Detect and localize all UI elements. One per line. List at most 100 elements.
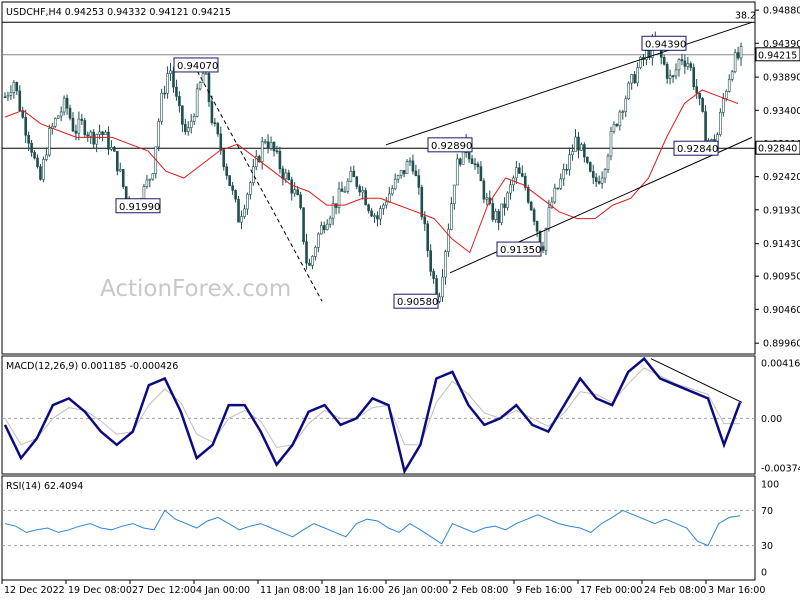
candle-body <box>588 162 592 172</box>
price-tick-label: 0.94880 <box>763 6 800 17</box>
candle-body <box>237 198 240 223</box>
candle-body <box>491 203 495 220</box>
candle-body <box>423 216 427 225</box>
annotation-label: 0.94070 <box>177 61 218 72</box>
candle-body <box>373 215 376 217</box>
candle-body <box>189 120 193 128</box>
candle-body <box>163 92 166 95</box>
time-tick-label: 2 Feb 08:00 <box>452 585 508 596</box>
watermark: ActionForex.com <box>100 276 291 302</box>
time-tick-label: 24 Feb 08:00 <box>644 585 706 596</box>
candle-body <box>497 211 500 223</box>
candle-body <box>568 154 571 171</box>
candle-body <box>89 131 93 137</box>
candle-body <box>210 101 214 124</box>
candle-body <box>586 156 589 163</box>
candle-body <box>302 207 305 243</box>
candle-body <box>562 169 565 180</box>
usdchf-chart: 0.948800.943900.938900.934000.929100.924… <box>1 1 800 596</box>
candle-body <box>228 175 231 187</box>
candle-body <box>509 184 512 194</box>
candle-body <box>606 155 610 170</box>
candle-body <box>107 131 110 150</box>
rsi-line <box>4 509 741 547</box>
candle-body <box>367 204 370 212</box>
rsi-tick-label: 0 <box>761 568 767 579</box>
candle-body <box>284 172 288 180</box>
time-tick-label: 26 Jan 00:00 <box>388 585 448 596</box>
candle-body <box>577 136 580 151</box>
candle-body <box>216 123 220 135</box>
macd-tick-label: 0.00416 <box>761 359 800 370</box>
candle-body <box>343 190 347 193</box>
candle-body <box>385 201 388 206</box>
time-tick-label: 18 Jan 16:00 <box>324 585 384 596</box>
candle-body <box>317 233 320 248</box>
candle-body <box>225 166 228 176</box>
candle-body <box>148 178 152 181</box>
candle-body <box>600 177 604 184</box>
candle-body <box>186 127 190 132</box>
candle-body <box>482 180 486 200</box>
candle-body <box>370 210 373 217</box>
candle-body <box>116 151 119 172</box>
candle-body <box>692 67 696 87</box>
candle-body <box>260 141 264 163</box>
candle-body <box>432 271 435 279</box>
candle-body <box>98 131 101 135</box>
candle-body <box>299 194 302 209</box>
ema-line <box>4 89 739 254</box>
candle-body <box>83 120 87 136</box>
candle-body <box>429 250 432 272</box>
candle-body <box>450 203 453 230</box>
annotation-label: 0.92890 <box>431 141 472 152</box>
candle-body <box>346 180 350 192</box>
candle-body <box>178 96 181 107</box>
price-tick-label: 0.92420 <box>763 172 800 183</box>
time-axis: 12 Dec 2022 19 Dec 08:00 27 Dec 12:00 4 Jan… <box>1 580 765 596</box>
candle-body <box>157 121 161 148</box>
candle-body <box>192 115 196 122</box>
annotation-label: 0.91350 <box>500 245 541 256</box>
candle-body <box>677 59 681 71</box>
candle-body <box>544 227 548 251</box>
candle-body <box>195 88 199 117</box>
candle-body <box>571 151 574 156</box>
macd-tick-label: 0.00 <box>761 414 782 425</box>
candle-body <box>15 81 19 92</box>
candle-body <box>322 225 326 231</box>
candle-body <box>591 171 595 178</box>
candle-body <box>275 150 279 153</box>
last-price-tag: 0.94215 <box>755 47 800 62</box>
candle-body <box>518 167 521 174</box>
candle-body <box>234 190 237 200</box>
macd-line <box>3 356 742 475</box>
candle-body <box>736 52 740 59</box>
time-tick-label: 9 Feb 16:00 <box>516 585 572 596</box>
time-tick-label: 11 Jan 08:00 <box>260 585 320 596</box>
candle-body <box>95 134 98 145</box>
candle-body <box>231 185 234 191</box>
candle-body <box>727 79 731 92</box>
candle-body <box>101 131 104 136</box>
price-tick-label: 0.93890 <box>763 73 800 84</box>
candle-body <box>701 98 704 112</box>
candle-body <box>207 73 211 102</box>
candle-body <box>204 73 208 75</box>
candle-body <box>730 71 734 80</box>
candle-body <box>553 187 557 203</box>
candle-body <box>719 111 722 135</box>
candle-body <box>198 82 202 90</box>
candle-body <box>65 97 69 109</box>
candle-body <box>296 189 299 196</box>
candle-body <box>441 276 444 298</box>
candle-body <box>630 74 633 84</box>
candle-body <box>33 152 36 159</box>
candle-body <box>639 56 642 68</box>
candle-body <box>145 179 149 187</box>
candle-body <box>124 186 128 199</box>
candle-body <box>455 158 459 186</box>
candle-body <box>633 74 636 84</box>
candle-body <box>213 122 217 125</box>
macd-signal-line <box>4 367 740 449</box>
